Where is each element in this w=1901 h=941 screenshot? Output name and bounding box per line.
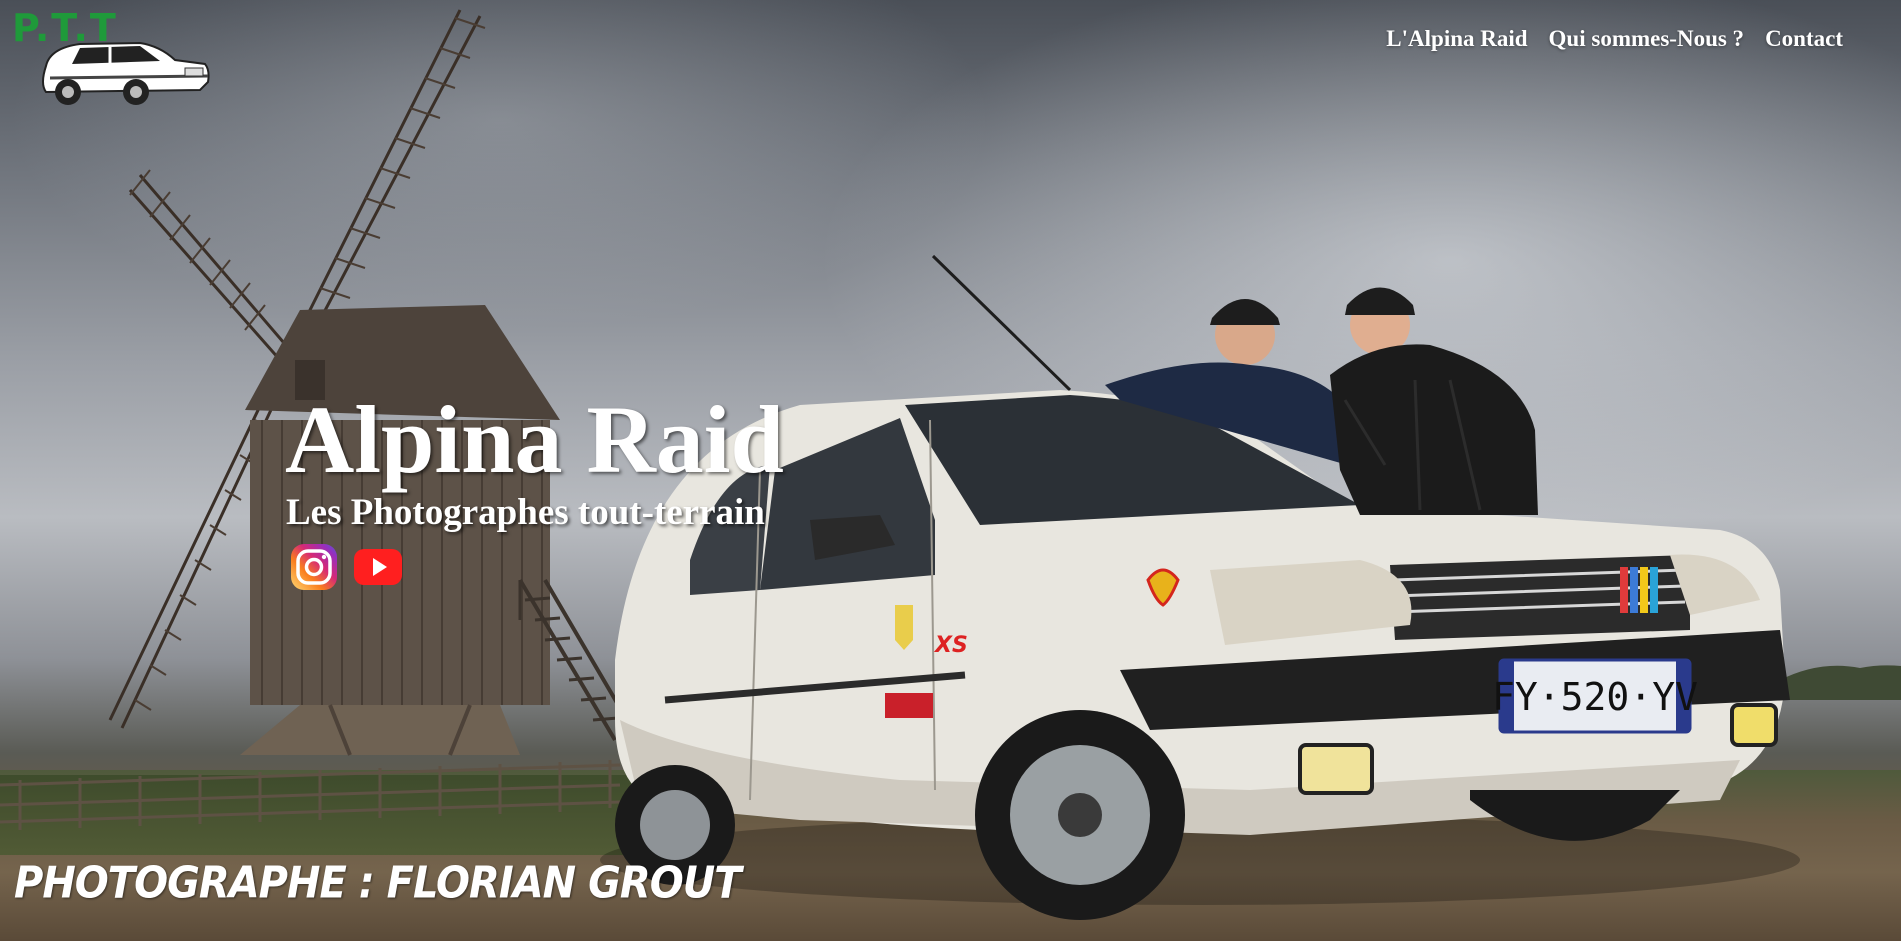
youtube-icon[interactable] — [353, 542, 403, 592]
instagram-icon[interactable] — [289, 542, 339, 592]
nav-link-contact[interactable]: Contact — [1765, 26, 1843, 52]
photographer-credit: PHOTOGRAPHE : FLORIAN GROUT — [14, 858, 741, 909]
hero-title-block: Alpina Raid Les Photographes tout-terrai… — [285, 390, 784, 592]
nav-link-alpina-raid[interactable]: L'Alpina Raid — [1386, 26, 1527, 52]
license-plate: FY·520·YV — [1492, 675, 1698, 719]
fence — [0, 760, 621, 830]
svg-text:XS: XS — [933, 633, 968, 658]
main-navigation: L'Alpina Raid Qui sommes-Nous ? Contact — [1386, 26, 1843, 52]
hero-subtitle: Les Photographes tout-terrain — [286, 492, 765, 533]
site-logo[interactable]: P.T.T — [10, 8, 210, 106]
nav-link-qui-sommes-nous[interactable]: Qui sommes-Nous ? — [1549, 26, 1745, 52]
hero-title: Alpina Raid — [285, 386, 784, 493]
social-links — [289, 542, 784, 592]
car-logo-icon — [42, 41, 210, 105]
windmill-illustration — [108, 9, 632, 756]
